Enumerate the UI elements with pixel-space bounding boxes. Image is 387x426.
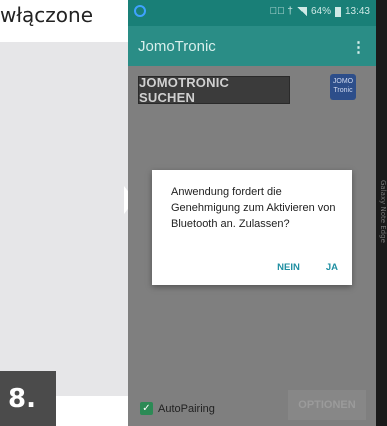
battery-icon: [334, 6, 341, 17]
autopairing-checkbox[interactable]: ✓: [140, 402, 153, 415]
phone-screen: ⊘⃥ † 64% 13:43 JomoTronic ⋮ JOMOTRONIC S…: [128, 0, 376, 426]
optionen-button[interactable]: OPTIONEN: [288, 390, 366, 420]
bluetooth-permission-dialog: Anwendung fordert die Genehmigung zum Ak…: [152, 170, 352, 285]
step-number-badge: 8.: [0, 371, 56, 426]
app-bar: JomoTronic ⋮: [128, 26, 376, 66]
clock: 13:43: [344, 6, 370, 17]
jomotronic-logo: JOMO Tronic: [330, 74, 356, 100]
status-indicator-icons: ⊘⃥ †: [269, 6, 293, 17]
notification-app-icon: [134, 5, 146, 17]
instruction-panel: [0, 42, 128, 396]
logo-line-1: JOMO: [332, 78, 354, 85]
battery-percent: 64%: [310, 6, 331, 17]
autopairing-label: AutoPairing: [158, 402, 215, 415]
status-bar: ⊘⃥ † 64% 13:43: [128, 0, 376, 26]
dialog-actions: NEIN JA: [277, 262, 338, 273]
app-title: JomoTronic: [138, 38, 216, 55]
caption-text: włączone: [0, 3, 94, 27]
autopairing-option[interactable]: ✓ AutoPairing: [140, 402, 215, 415]
device-edge-label: Galaxy Note Edge: [379, 180, 387, 243]
allow-button[interactable]: JA: [326, 262, 338, 273]
overflow-menu-icon[interactable]: ⋮: [351, 38, 366, 56]
deny-button[interactable]: NEIN: [277, 262, 300, 273]
logo-line-2: Tronic: [333, 87, 353, 94]
search-jomotronic-button[interactable]: JOMOTRONIC SUCHEN: [138, 75, 290, 105]
dialog-message: Anwendung fordert die Genehmigung zum Ak…: [171, 186, 336, 230]
signal-icon: [296, 7, 307, 16]
status-indicators: ⊘⃥ † 64% 13:43: [270, 6, 370, 17]
